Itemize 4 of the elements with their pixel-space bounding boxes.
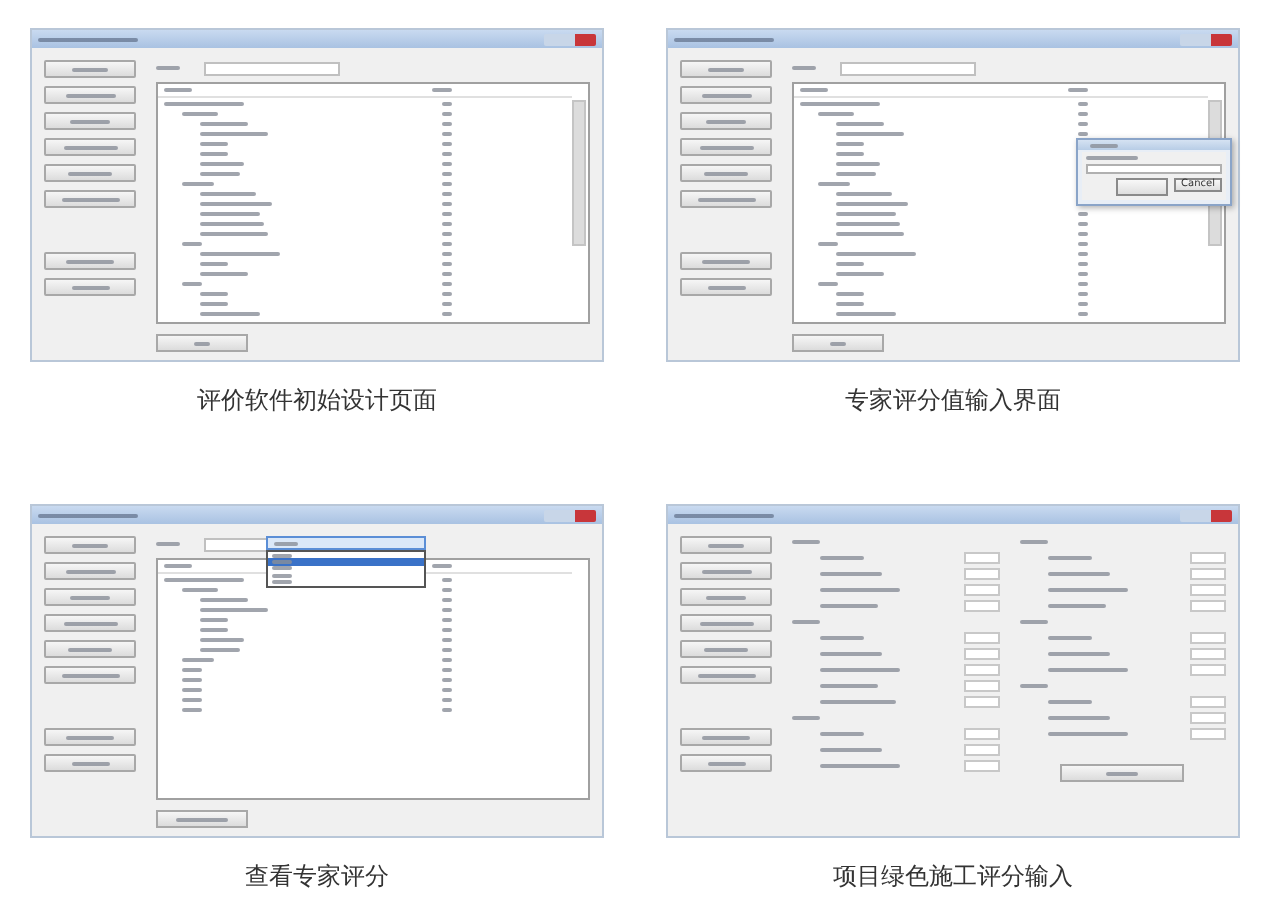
figure-caption: 项目绿色施工评分输入 [833,860,1073,892]
figure-caption: 评价软件初始设计页面 [197,384,437,416]
figure-caption: 查看专家评分 [245,860,389,892]
figure-caption: 专家评分值输入界面 [845,384,1061,416]
